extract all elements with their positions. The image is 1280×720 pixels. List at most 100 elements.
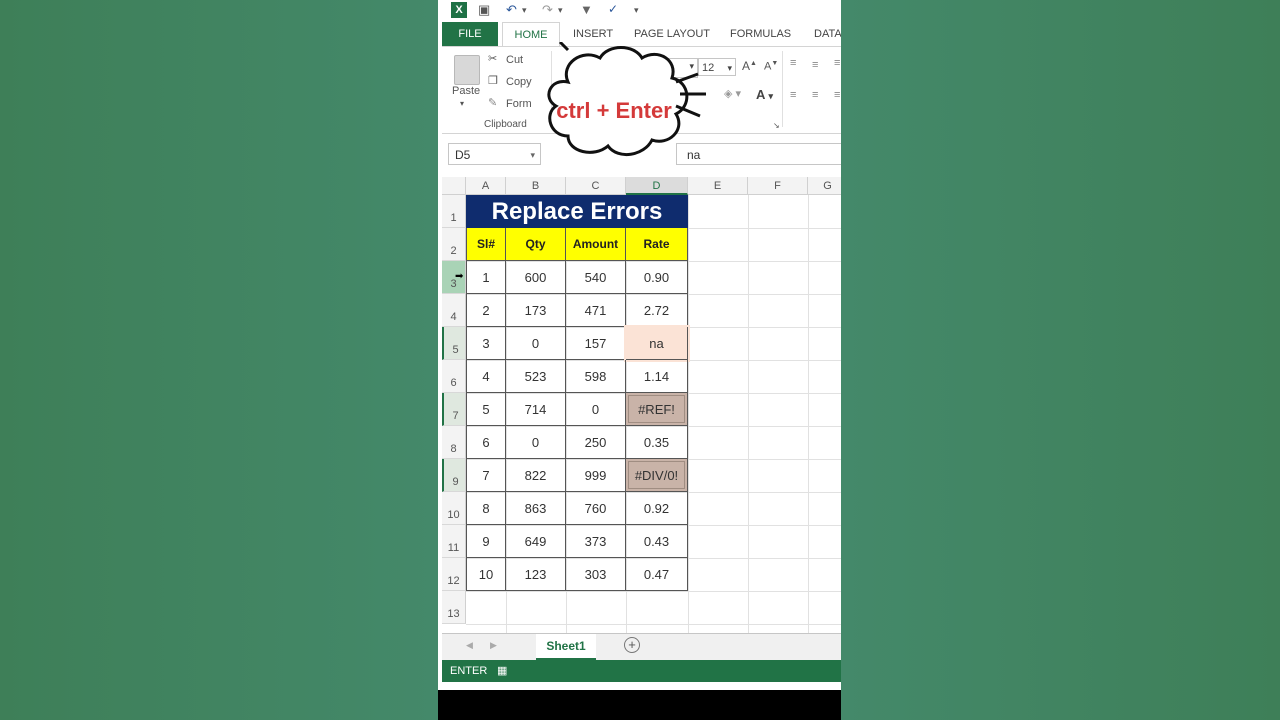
- cell-qty-row6[interactable]: 0: [506, 426, 566, 459]
- copy-button[interactable]: Copy: [506, 76, 532, 88]
- macro-record-icon[interactable]: ▦: [497, 660, 507, 682]
- font-dialog-launcher-icon[interactable]: ↘: [773, 121, 780, 130]
- cell-amount-row3[interactable]: 157: [566, 327, 626, 360]
- tab-formulas[interactable]: FORMULAS: [730, 22, 791, 46]
- increase-font-icon[interactable]: A▲: [742, 59, 757, 73]
- align-middle-icon[interactable]: ≡: [812, 59, 818, 71]
- header-rate[interactable]: Rate: [626, 228, 688, 261]
- row-header-12[interactable]: 12: [442, 558, 466, 591]
- tab-file[interactable]: FILE: [442, 22, 498, 46]
- column-header-d[interactable]: D: [626, 177, 688, 195]
- cell-rate-row6[interactable]: 0.35: [626, 426, 688, 459]
- row-header-11[interactable]: 11: [442, 525, 466, 558]
- cell-amount-row5[interactable]: 0: [566, 393, 626, 426]
- header-qty[interactable]: Qty: [506, 228, 566, 261]
- header-amount[interactable]: Amount: [566, 228, 626, 261]
- align-center-icon[interactable]: ≡: [812, 89, 818, 101]
- cell-amount-row7[interactable]: 999: [566, 459, 626, 492]
- cell-sl-row10[interactable]: 10: [466, 558, 506, 591]
- cell-sl-row7[interactable]: 7: [466, 459, 506, 492]
- cell-sl-row2[interactable]: 2: [466, 294, 506, 327]
- header-sl[interactable]: Sl#: [466, 228, 506, 261]
- row-header-10[interactable]: 10: [442, 492, 466, 525]
- cell-qty-row8[interactable]: 863: [506, 492, 566, 525]
- cell-rate-row8[interactable]: 0.92: [626, 492, 688, 525]
- cell-amount-row4[interactable]: 598: [566, 360, 626, 393]
- tab-data[interactable]: DATA: [814, 22, 841, 46]
- format-painter-button[interactable]: Form: [506, 98, 532, 110]
- cell-qty-row10[interactable]: 123: [506, 558, 566, 591]
- column-header-a[interactable]: A: [466, 177, 506, 195]
- filter-icon[interactable]: ▼: [580, 2, 593, 17]
- row-header-7[interactable]: 7: [442, 393, 466, 426]
- cell-qty-row2[interactable]: 173: [506, 294, 566, 327]
- cell-rate-row9[interactable]: 0.43: [626, 525, 688, 558]
- align-bottom-icon[interactable]: ≡: [834, 57, 840, 69]
- select-all-button[interactable]: [442, 177, 466, 195]
- row-header-5[interactable]: 5: [442, 327, 466, 360]
- name-box[interactable]: D5 ▾: [448, 143, 541, 165]
- row-header-6[interactable]: 6: [442, 360, 466, 393]
- cell-amount-row1[interactable]: 540: [566, 261, 626, 294]
- cell-qty-row1[interactable]: 600: [506, 261, 566, 294]
- cell-rate-row7[interactable]: #DIV/0!: [626, 459, 688, 492]
- column-header-c[interactable]: C: [566, 177, 626, 195]
- row-header-2[interactable]: 2: [442, 228, 466, 261]
- customize-qat-icon[interactable]: ▾: [634, 5, 639, 16]
- column-header-b[interactable]: B: [506, 177, 566, 195]
- cell-rate-row4[interactable]: 1.14: [626, 360, 688, 393]
- align-left-icon[interactable]: ≡: [790, 89, 796, 101]
- sheet-tab-sheet1[interactable]: Sheet1: [536, 634, 596, 661]
- save-icon[interactable]: ▣: [478, 2, 490, 18]
- fill-color-icon[interactable]: ◈ ▾: [724, 87, 741, 100]
- cell-rate-row1[interactable]: 0.90: [626, 261, 688, 294]
- name-box-chevron-icon[interactable]: ▾: [530, 144, 535, 166]
- cell-rate-row3[interactable]: na: [624, 325, 690, 362]
- cell-qty-row9[interactable]: 649: [506, 525, 566, 558]
- row-header-8[interactable]: 8: [442, 426, 466, 459]
- undo-dropdown-icon[interactable]: ▾: [522, 5, 527, 16]
- table-title[interactable]: Replace Errors: [466, 195, 688, 228]
- cell-amount-row9[interactable]: 373: [566, 525, 626, 558]
- align-right-icon[interactable]: ≡: [834, 89, 840, 101]
- paste-dropdown-icon[interactable]: ▾: [460, 99, 464, 108]
- cell-amount-row6[interactable]: 250: [566, 426, 626, 459]
- cell-qty-row7[interactable]: 822: [506, 459, 566, 492]
- cell-amount-row8[interactable]: 760: [566, 492, 626, 525]
- column-header-e[interactable]: E: [688, 177, 748, 195]
- cell-amount-row2[interactable]: 471: [566, 294, 626, 327]
- add-sheet-button[interactable]: +: [624, 637, 640, 653]
- cell-sl-row4[interactable]: 4: [466, 360, 506, 393]
- decrease-font-icon[interactable]: A▼: [764, 60, 778, 73]
- row-header-9[interactable]: 9: [442, 459, 466, 492]
- spelling-icon[interactable]: ✓: [608, 2, 618, 16]
- cell-rate-row2[interactable]: 2.72: [626, 294, 688, 327]
- scroll-right-icon[interactable]: ▶: [490, 640, 497, 651]
- cell-qty-row3[interactable]: 0: [506, 327, 566, 360]
- row-header-1[interactable]: 1: [442, 195, 466, 228]
- cell-rate-row10[interactable]: 0.47: [626, 558, 688, 591]
- cell-rate-row5[interactable]: #REF!: [626, 393, 688, 426]
- redo-icon[interactable]: ↷: [542, 2, 553, 18]
- undo-icon[interactable]: ↶: [506, 2, 517, 18]
- cell-qty-row4[interactable]: 523: [506, 360, 566, 393]
- cell-sl-row8[interactable]: 8: [466, 492, 506, 525]
- scroll-left-icon[interactable]: ◀: [466, 640, 473, 651]
- cell-sl-row3[interactable]: 3: [466, 327, 506, 360]
- column-header-f[interactable]: F: [748, 177, 808, 195]
- cell-sl-row6[interactable]: 6: [466, 426, 506, 459]
- cut-button[interactable]: Cut: [506, 54, 523, 66]
- paste-button[interactable]: Paste: [452, 85, 480, 97]
- redo-dropdown-icon[interactable]: ▾: [558, 5, 563, 16]
- cell-sl-row9[interactable]: 9: [466, 525, 506, 558]
- column-header-g[interactable]: G: [808, 177, 841, 195]
- cell-qty-row5[interactable]: 714: [506, 393, 566, 426]
- font-color-icon[interactable]: A ▾: [756, 87, 773, 102]
- paste-icon[interactable]: [454, 55, 480, 85]
- row-header-4[interactable]: 4: [442, 294, 466, 327]
- cell-sl-row1[interactable]: 1: [466, 261, 506, 294]
- cell-sl-row5[interactable]: 5: [466, 393, 506, 426]
- cell-amount-row10[interactable]: 303: [566, 558, 626, 591]
- row-header-13[interactable]: 13: [442, 591, 466, 624]
- align-top-icon[interactable]: ≡: [790, 57, 796, 69]
